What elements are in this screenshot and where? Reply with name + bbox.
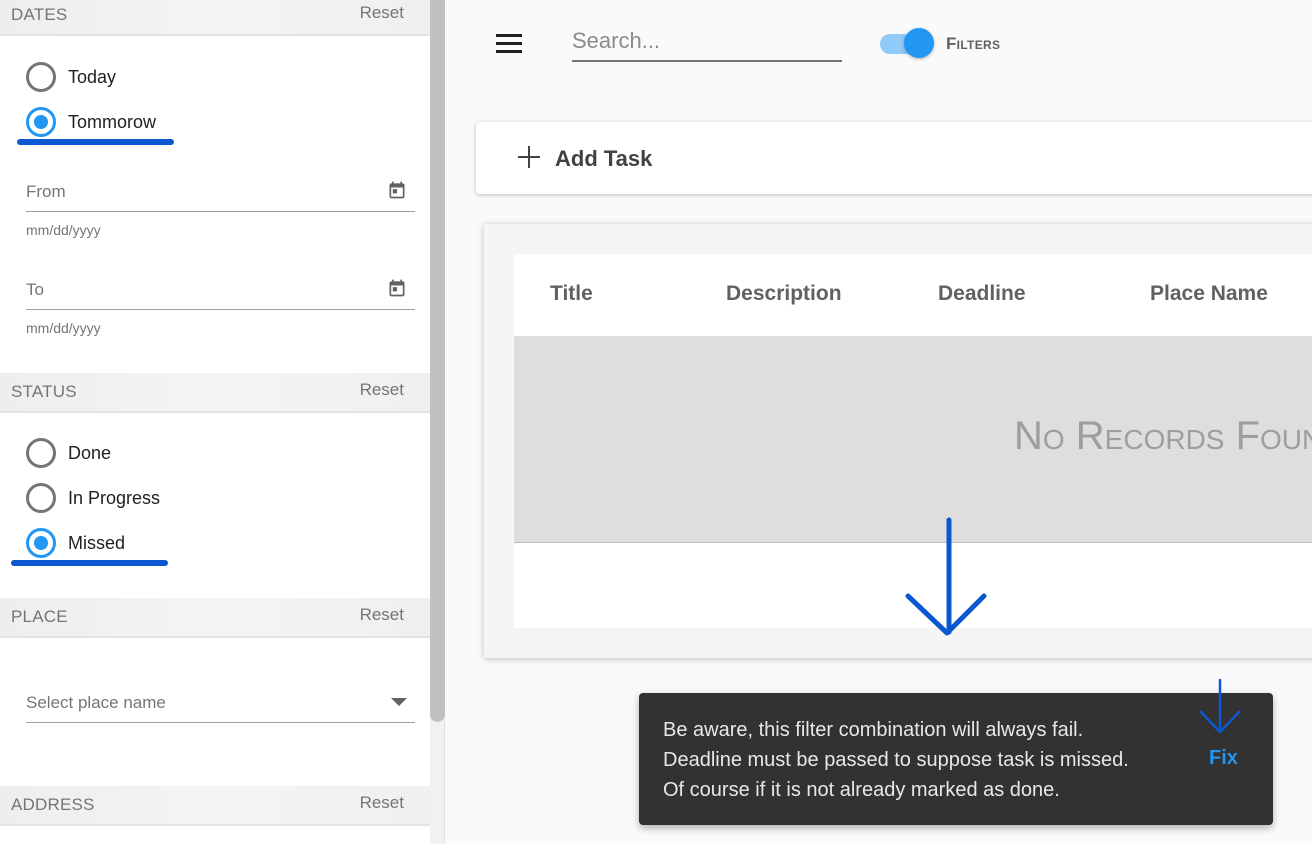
radio-circle[interactable] [26, 483, 56, 513]
radio-circle-checked[interactable] [26, 528, 56, 558]
address-section-header: ADDRESS Reset [0, 786, 430, 826]
place-select[interactable]: Select place name [26, 683, 415, 723]
radio-circle-checked[interactable] [26, 107, 56, 137]
hamburger-menu-icon[interactable] [496, 34, 522, 54]
add-task-label: Add Task [555, 146, 653, 171]
search-input[interactable] [572, 22, 842, 60]
toggle-thumb[interactable] [904, 28, 934, 58]
filters-sidebar: DATES Reset Today Tommorow From mm/dd/yy… [0, 0, 430, 844]
snackbar-line: Be aware, this filter combination will a… [663, 719, 1084, 741]
radio-circle[interactable] [26, 62, 56, 92]
calendar-icon[interactable] [387, 180, 407, 200]
empty-table-row: No Records Found [514, 336, 1312, 543]
annotation-arrow-down-icon [905, 517, 987, 636]
place-select-placeholder: Select place name [26, 693, 166, 712]
dates-section-header: DATES Reset [0, 0, 430, 36]
column-header-place-name[interactable]: Place Name [1150, 282, 1268, 306]
address-section-title: ADDRESS [11, 795, 95, 814]
to-date-helper: mm/dd/yyyy [26, 320, 101, 336]
radio-label: Missed [68, 532, 126, 553]
from-date-field[interactable]: From [26, 172, 415, 212]
to-date-field[interactable]: To [26, 270, 415, 310]
dates-reset-button[interactable]: Reset [360, 3, 404, 23]
from-date-helper: mm/dd/yyyy [26, 222, 101, 238]
search-field[interactable] [572, 22, 842, 62]
status-section-header: STATUS Reset [0, 373, 430, 413]
address-reset-button[interactable]: Reset [360, 793, 404, 813]
warning-snackbar: Be aware, this filter combination will a… [639, 693, 1273, 825]
to-date-label: To [26, 280, 44, 299]
column-header-title[interactable]: Title [550, 282, 593, 306]
radio-label: In Progress [68, 487, 161, 508]
from-date-label: From [26, 182, 66, 201]
radio-label: Tommorow [68, 111, 157, 132]
annotation-underline [11, 560, 168, 566]
place-reset-button[interactable]: Reset [360, 605, 404, 625]
column-header-description[interactable]: Description [726, 282, 842, 306]
sidebar-scrollbar-thumb[interactable] [430, 0, 445, 722]
place-section-header: PLACE Reset [0, 598, 430, 638]
status-reset-button[interactable]: Reset [360, 380, 404, 400]
filters-toggle-label: Filters [946, 34, 1001, 53]
radio-in-progress[interactable]: In Progress [26, 483, 160, 513]
annotation-arrow-down-icon [1199, 678, 1241, 734]
radio-today[interactable]: Today [26, 62, 116, 92]
snackbar-message: Be aware, this filter combination will a… [663, 715, 1129, 805]
place-section-title: PLACE [11, 607, 68, 626]
radio-done[interactable]: Done [26, 438, 111, 468]
no-records-message: No Records Found [1014, 414, 1312, 458]
radio-label: Done [68, 442, 112, 463]
column-header-deadline[interactable]: Deadline [938, 282, 1026, 306]
snackbar-line: Deadline must be passed to suppose task … [663, 749, 1129, 771]
plus-icon [518, 146, 540, 168]
filters-toggle[interactable] [880, 28, 936, 60]
radio-missed[interactable]: Missed [26, 528, 125, 558]
chevron-down-icon[interactable] [391, 698, 407, 706]
radio-circle[interactable] [26, 438, 56, 468]
tasks-table-card: Title Description Deadline Place Name No… [484, 224, 1312, 658]
add-task-button[interactable]: Add Task [476, 122, 1312, 194]
fix-button[interactable]: Fix [1209, 747, 1238, 770]
dates-section-title: DATES [11, 5, 68, 24]
radio-tomorrow[interactable]: Tommorow [26, 107, 156, 137]
calendar-icon[interactable] [387, 278, 407, 298]
annotation-underline [17, 139, 174, 145]
status-section-title: STATUS [11, 382, 77, 401]
snackbar-line: Of course if it is not already marked as… [663, 779, 1060, 801]
radio-label: Today [68, 66, 117, 87]
